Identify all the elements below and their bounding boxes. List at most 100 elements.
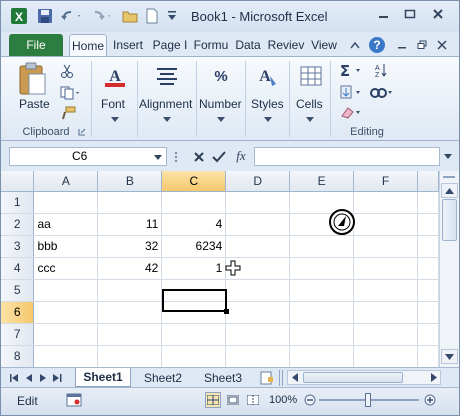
- horizontal-scrollbar[interactable]: [287, 370, 441, 385]
- styles-dropdown-icon[interactable]: [262, 115, 274, 123]
- row-header-5[interactable]: 5: [1, 279, 35, 302]
- cell-b4[interactable]: 42: [97, 257, 163, 280]
- cell-f2[interactable]: [353, 213, 418, 236]
- cell-c6[interactable]: [161, 301, 227, 324]
- confirm-entry-icon[interactable]: [210, 148, 228, 166]
- cell-a4[interactable]: ccc: [33, 257, 99, 280]
- column-header-overflow[interactable]: [417, 171, 439, 192]
- hscroll-thumb[interactable]: [303, 372, 403, 383]
- column-header-c[interactable]: C: [161, 171, 227, 192]
- save-icon[interactable]: [36, 7, 54, 25]
- customize-qat-icon[interactable]: [164, 7, 180, 25]
- styles-icon[interactable]: A: [253, 63, 281, 89]
- cell-f5[interactable]: [353, 279, 418, 302]
- sheet-tab-sheet2[interactable]: Sheet2: [135, 368, 191, 387]
- help-icon[interactable]: ?: [367, 34, 387, 56]
- cell-d7[interactable]: [225, 323, 291, 346]
- cell-overflow[interactable]: [417, 191, 439, 214]
- autosum-icon[interactable]: Σ: [338, 61, 364, 79]
- cell-e3[interactable]: [289, 235, 355, 258]
- insert-function-icon[interactable]: fx: [231, 147, 251, 165]
- open-folder-icon[interactable]: [121, 7, 139, 25]
- row-header-2[interactable]: 2: [1, 213, 35, 236]
- expand-formula-bar-icon[interactable]: [442, 150, 454, 162]
- cell-b5[interactable]: [97, 279, 163, 302]
- sheet-tab-sheet3[interactable]: Sheet3: [195, 368, 251, 387]
- cell-c2[interactable]: 4: [161, 213, 227, 236]
- cell-b7[interactable]: [97, 323, 163, 346]
- row-header-7[interactable]: 7: [1, 323, 35, 346]
- scroll-right-icon[interactable]: [427, 371, 440, 384]
- next-sheet-icon[interactable]: [37, 372, 49, 384]
- tab-home[interactable]: Home: [69, 34, 107, 56]
- tab-view[interactable]: View: [307, 34, 341, 56]
- insert-sheet-icon[interactable]: [259, 370, 275, 386]
- number-dropdown-icon[interactable]: [215, 115, 227, 123]
- select-all-corner[interactable]: [1, 171, 35, 192]
- cell-d5[interactable]: [225, 279, 291, 302]
- cell-e6[interactable]: [289, 301, 355, 324]
- cell-overflow[interactable]: [417, 345, 439, 367]
- cell-e4[interactable]: [289, 257, 355, 280]
- alignment-button[interactable]: Alignment: [139, 97, 192, 111]
- name-box[interactable]: C6: [9, 147, 167, 166]
- column-header-a[interactable]: A: [33, 171, 99, 192]
- cell-a7[interactable]: [33, 323, 99, 346]
- alignment-icon[interactable]: [153, 63, 181, 89]
- fill-icon[interactable]: [338, 83, 364, 101]
- new-file-icon[interactable]: [144, 7, 160, 25]
- font-button[interactable]: Font: [101, 97, 125, 111]
- cell-b1[interactable]: [97, 191, 163, 214]
- paste-button[interactable]: Paste: [19, 97, 50, 111]
- row-header-3[interactable]: 3: [1, 235, 35, 258]
- cell-f7[interactable]: [353, 323, 418, 346]
- cell-d6[interactable]: [225, 301, 291, 324]
- row-header-8[interactable]: 8: [1, 345, 35, 367]
- tab-page-layout[interactable]: Page I: [151, 34, 189, 56]
- maximize-button[interactable]: [397, 4, 423, 24]
- column-header-d[interactable]: D: [225, 171, 291, 192]
- cell-a6[interactable]: [33, 301, 99, 324]
- column-header-e[interactable]: E: [289, 171, 355, 192]
- cell-f1[interactable]: [353, 191, 418, 214]
- row-header-6[interactable]: 6: [1, 301, 35, 324]
- format-painter-icon[interactable]: [59, 105, 77, 121]
- cell-overflow[interactable]: [417, 301, 439, 324]
- cancel-entry-icon[interactable]: [191, 148, 207, 166]
- formula-input[interactable]: [254, 147, 440, 166]
- alignment-dropdown-icon[interactable]: [161, 115, 173, 123]
- find-select-icon[interactable]: [368, 83, 394, 101]
- cell-b2[interactable]: 11: [97, 213, 163, 236]
- cell-f3[interactable]: [353, 235, 418, 258]
- cell-overflow[interactable]: [417, 235, 439, 258]
- vertical-scrollbar[interactable]: [439, 171, 459, 367]
- name-box-dropdown-icon[interactable]: [153, 153, 163, 161]
- page-break-view-icon[interactable]: [245, 392, 261, 408]
- column-header-f[interactable]: F: [353, 171, 418, 192]
- cut-icon[interactable]: [59, 63, 75, 79]
- minimize-button[interactable]: [371, 4, 397, 24]
- first-sheet-icon[interactable]: [9, 372, 21, 384]
- cell-a1[interactable]: [33, 191, 99, 214]
- cell-c8[interactable]: [161, 345, 227, 367]
- tab-data[interactable]: Data: [232, 34, 264, 56]
- percent-icon[interactable]: %: [207, 63, 235, 89]
- scroll-left-icon[interactable]: [288, 371, 301, 384]
- cell-b3[interactable]: 32: [97, 235, 163, 258]
- clear-icon[interactable]: [338, 103, 364, 121]
- macro-record-icon[interactable]: [65, 392, 83, 408]
- tab-insert[interactable]: Insert: [109, 34, 147, 56]
- paste-icon[interactable]: [15, 61, 49, 97]
- cell-f8[interactable]: [353, 345, 418, 367]
- cell-e8[interactable]: [289, 345, 355, 367]
- tab-file[interactable]: File: [9, 34, 63, 56]
- cell-c5[interactable]: [161, 279, 227, 302]
- scroll-thumb[interactable]: [442, 199, 457, 241]
- clipboard-launcher-icon[interactable]: [77, 127, 87, 137]
- tab-formulas[interactable]: Formu: [192, 34, 230, 56]
- cell-c7[interactable]: [161, 323, 227, 346]
- cell-c3[interactable]: 6234: [161, 235, 227, 258]
- normal-view-icon[interactable]: [205, 392, 221, 408]
- number-button[interactable]: Number: [199, 97, 242, 111]
- doc-close-icon[interactable]: [433, 34, 451, 56]
